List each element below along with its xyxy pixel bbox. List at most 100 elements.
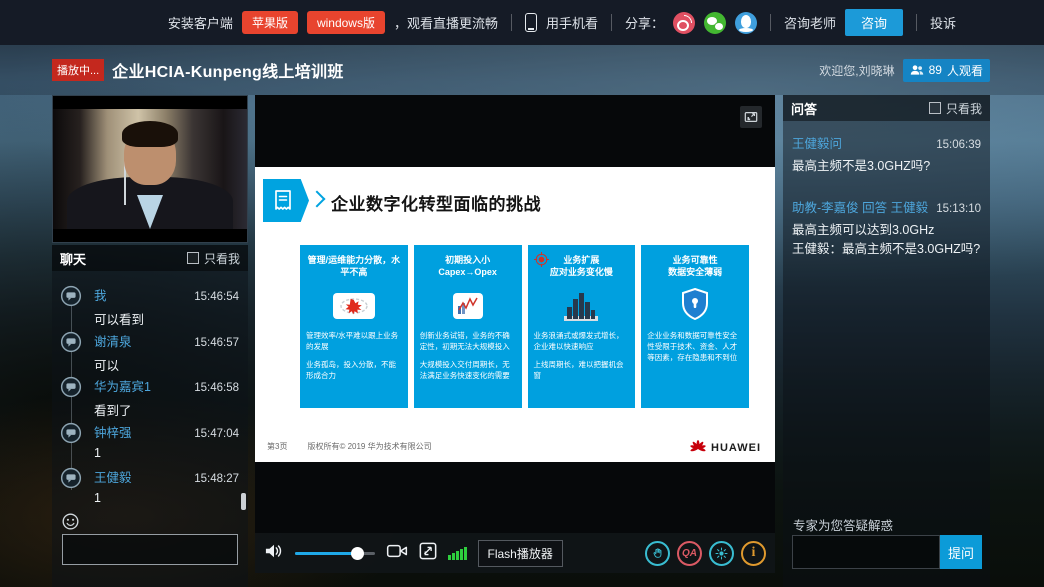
viewers-badge: 89 人观看	[903, 59, 990, 82]
qa-prompt-label: 专家为您答疑解惑	[793, 515, 893, 534]
chat-only-me-checkbox[interactable]	[187, 252, 199, 264]
divider	[770, 14, 771, 31]
chat-bubble-avatar-icon	[60, 376, 82, 403]
qa-user-name: 王健毅问	[792, 133, 842, 152]
qa-timestamp: 15:06:39	[936, 139, 981, 151]
fullscreen-button[interactable]	[740, 106, 762, 128]
weibo-share-icon[interactable]	[673, 12, 695, 34]
card-expansion: 业务扩展 应对业务变化慢 业务浪涌式或爆发式增长，企业难以快速响应 上线周期长，…	[528, 245, 636, 408]
smoother-label: ，观看直播更流畅	[394, 13, 498, 32]
huawei-logo: HUAWEI	[689, 440, 761, 456]
webcam-scene	[53, 109, 247, 229]
chat-message-list: 我15:46:54 可以看到 谢清泉15:46:57 可以 华为嘉宾115:46…	[52, 271, 248, 521]
chat-message-text: 可以	[94, 355, 239, 374]
windows-version-button[interactable]: windows版	[307, 11, 385, 34]
volume-slider[interactable]	[295, 552, 375, 555]
chat-scrollbar[interactable]	[241, 493, 246, 510]
qa-header: 问答 只看我	[783, 95, 990, 121]
slide-title-banner	[263, 179, 309, 222]
qa-timestamp: 15:13:10	[936, 203, 981, 215]
chat-message-text: 1	[94, 491, 239, 505]
chat-message: 华为嘉宾115:46:58 看到了	[60, 376, 239, 422]
camera-icon[interactable]	[386, 543, 408, 564]
chat-user-name: 我	[94, 285, 107, 304]
chart-icon	[453, 293, 483, 319]
qa-only-me-checkbox[interactable]	[929, 102, 941, 114]
divider	[916, 14, 917, 31]
document-icon	[273, 189, 293, 213]
qa-question-input[interactable]	[792, 535, 940, 569]
chat-bubble-avatar-icon	[60, 331, 82, 358]
complaint-link[interactable]: 投诉	[930, 13, 956, 32]
challenge-cards: 管理/运维能力分散，水 平不高 管理效率/水平难以跟上业务的发展 业务孤岛，投入…	[300, 245, 749, 408]
consult-button[interactable]: 咨询	[845, 9, 903, 36]
titlebar: 播放中... 企业HCIA-Kunpeng线上培训班 欢迎您,刘晓琳 89 人观…	[0, 45, 1044, 95]
card-reliability: 业务可靠性 数据安全薄弱 企业业务和数据可靠性安全性受限于技术、资金、人才等因素…	[641, 245, 749, 408]
chat-message: 王健毅 15:48:27 1	[60, 467, 239, 513]
flash-player-button[interactable]: Flash播放器	[478, 540, 563, 567]
signal-strength-icon	[448, 547, 467, 560]
qa-panel: 问答 只看我 王健毅问 15:06:39 最高主频不是3.0GHZ吗? 助教-李嘉…	[783, 95, 990, 587]
buildings-icon	[564, 291, 598, 321]
swap-screen-icon[interactable]	[419, 542, 437, 565]
slide-title: 企业数字化转型面临的挑战	[331, 190, 541, 215]
qa-message: 王健毅问 15:06:39 最高主频不是3.0GHZ吗?	[792, 133, 981, 175]
chat-bubble-avatar-icon	[60, 422, 82, 449]
chat-user-name: 钟梓强	[94, 422, 132, 441]
apple-version-button[interactable]: 苹果版	[242, 11, 298, 34]
volume-slider-thumb[interactable]	[351, 547, 364, 560]
chat-timestamp: 15:46:54	[194, 291, 239, 303]
chat-only-me-toggle[interactable]: 只看我	[187, 250, 240, 267]
huawei-flower-icon	[689, 440, 707, 456]
chat-message: 谢清泉15:46:57 可以	[60, 331, 239, 377]
card-management: 管理/运维能力分散，水 平不高 管理效率/水平难以跟上业务的发展 业务孤岛，投入…	[300, 245, 408, 408]
speaker-icon[interactable]	[264, 542, 284, 565]
player-controls: Flash播放器 QA i	[255, 533, 775, 573]
chat-message-text: 看到了	[94, 400, 239, 419]
qa-message-list: 王健毅问 15:06:39 最高主频不是3.0GHZ吗? 助教-李嘉俊 回答 王健…	[783, 121, 990, 258]
qa-icon[interactable]: QA	[677, 541, 702, 566]
qa-message: 助教-李嘉俊 回答 王健毅 15:13:10 最高主频可以达到3.0GHz 王健毅…	[792, 197, 981, 258]
wechat-share-icon[interactable]	[704, 12, 726, 34]
expand-icon	[744, 110, 758, 124]
chat-timestamp: 15:48:27	[194, 473, 239, 485]
app-window: 安装客户端 苹果版 windows版 ，观看直播更流畅 用手机看 分享： 咨询老…	[0, 0, 1044, 587]
watch-on-mobile-label[interactable]: 用手机看	[546, 13, 598, 32]
slide: 企业数字化转型面临的挑战 管理/运维能力分散，水 平不高 管理效率/水平难以跟上…	[255, 167, 775, 462]
chat-header: 聊天 只看我	[52, 245, 248, 271]
presentation-player: 企业数字化转型面临的挑战 管理/运维能力分散，水 平不高 管理效率/水平难以跟上…	[255, 95, 775, 533]
chat-input[interactable]	[62, 534, 238, 565]
install-client-label: 安装客户端	[168, 13, 233, 32]
chat-panel: 聊天 只看我 我 15:46:54 可以看到 谢清泉15:46:57 可以 华为嘉…	[52, 245, 248, 587]
share-label: 分享：	[625, 13, 664, 32]
qa-message-text: 最高主频不是3.0GHZ吗?	[792, 158, 981, 175]
chat-message: 钟梓强15:47:04 1	[60, 422, 239, 468]
settings-sun-icon[interactable]	[709, 541, 734, 566]
qa-only-me-toggle[interactable]: 只看我	[929, 100, 982, 117]
chat-title: 聊天	[60, 249, 86, 268]
chat-message: 我 15:46:54 可以看到	[60, 285, 239, 331]
info-icon[interactable]: i	[741, 541, 766, 566]
people-icon	[910, 64, 924, 76]
viewers-label: 人观看	[947, 62, 983, 79]
chevron-right-icon	[309, 191, 326, 208]
raise-hand-icon[interactable]	[645, 541, 670, 566]
chat-user-name: 王健毅	[94, 467, 132, 486]
huawei-logo-text: HUAWEI	[711, 442, 761, 454]
qa-message-text: 最高主频可以达到3.0GHz	[792, 222, 981, 239]
qa-user-name: 助教-李嘉俊 回答 王健毅	[792, 197, 928, 216]
qq-share-icon[interactable]	[735, 12, 757, 34]
chat-message-text: 可以看到	[94, 309, 239, 328]
qa-input-row: 提问	[792, 535, 982, 569]
chat-bubble-avatar-icon	[60, 467, 82, 494]
qa-title: 问答	[791, 99, 817, 118]
ask-question-button[interactable]: 提问	[940, 535, 982, 569]
card-capex: 初期投入小 Capex→Opex 创新业务试错，业务的不确定性，初期无法大规模投…	[414, 245, 522, 408]
emoji-icon[interactable]	[62, 513, 79, 535]
page-number: 第3页	[267, 441, 287, 452]
chat-timestamp: 15:46:57	[194, 337, 239, 349]
welcome-user-label: 欢迎您,刘晓琳	[819, 62, 894, 79]
qa-message-text: 王健毅：最高主频不是3.0GHZ吗?	[792, 241, 981, 258]
consult-teacher-label: 咨询老师	[784, 13, 836, 32]
chat-user-name: 华为嘉宾1	[94, 376, 151, 395]
